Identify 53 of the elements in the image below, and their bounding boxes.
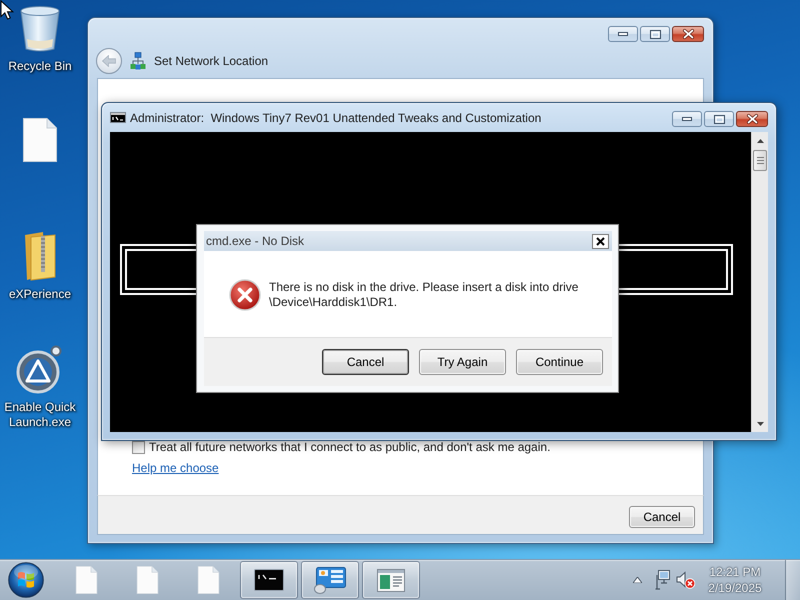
taskbar-button[interactable] (301, 561, 359, 599)
show-desktop-button[interactable] (785, 560, 800, 600)
desktop-icon-label[interactable]: Enable Quick Launch.exe (1, 400, 79, 430)
window-icon[interactable] (377, 568, 405, 592)
close-button[interactable] (736, 111, 768, 127)
close-icon (682, 29, 694, 39)
mouse-pointer-icon (0, 0, 14, 20)
caret-down-icon[interactable] (756, 422, 764, 426)
panel-window-icon[interactable] (314, 566, 346, 594)
maximize-button[interactable] (640, 26, 670, 42)
close-button[interactable] (592, 234, 609, 248)
checkbox-label[interactable]: Treat all future networks that I connect to as public, and don't ask me again. (149, 440, 550, 454)
clock-time: 12:21 PM (709, 564, 761, 580)
dialog-button[interactable]: Cancel (322, 349, 409, 375)
minimize-icon (682, 117, 692, 121)
window-title: Set Network Location (154, 54, 268, 68)
caret-up-icon[interactable] (633, 577, 642, 583)
error-icon (229, 279, 261, 311)
minimize-button[interactable] (672, 111, 702, 127)
dialog-title: cmd.exe - No Disk (205, 234, 304, 248)
dialog-button[interactable]: Continue (516, 349, 603, 375)
network-nodes-icon (130, 52, 146, 70)
maximize-button[interactable] (704, 111, 734, 127)
folder-icon[interactable] (23, 231, 57, 281)
checkbox[interactable] (132, 440, 145, 454)
emblem-icon[interactable] (16, 344, 64, 394)
close-icon (746, 114, 758, 124)
window-title: Administrator: Windows Tiny7 Rev01 Unattended Tweaks and Customization (130, 110, 542, 124)
console-icon (110, 112, 126, 123)
help-link[interactable]: Help me choose (132, 461, 219, 476)
error-message: There is no disk in the drive. Please insert a disk into drive \Device\Harddisk1\DR1. (269, 280, 580, 310)
maximize-icon (650, 30, 660, 38)
close-icon (596, 236, 605, 246)
minimize-icon (618, 32, 628, 36)
scrollbar[interactable] (751, 132, 768, 432)
desktop-icon-label[interactable]: eXPerience (8, 287, 72, 302)
desktop-icon-label[interactable]: Recycle Bin (8, 59, 72, 74)
computer-network-icon[interactable] (655, 570, 670, 590)
start-button[interactable] (8, 562, 44, 598)
close-button[interactable] (672, 26, 704, 42)
maximize-icon (714, 114, 724, 124)
recycle-bin-icon[interactable] (18, 5, 62, 53)
dialog-button[interactable]: Try Again (419, 349, 506, 375)
muted-speaker-icon[interactable] (676, 571, 695, 589)
cancel-button[interactable]: Cancel (629, 506, 695, 528)
caret-up-icon[interactable] (756, 138, 764, 142)
file-icon[interactable] (23, 118, 57, 162)
console-icon[interactable] (254, 569, 284, 591)
left-arrow-icon (102, 55, 116, 67)
taskbar-button[interactable] (240, 561, 298, 599)
minimize-button[interactable] (608, 26, 638, 42)
scroll-thumb[interactable] (753, 150, 767, 171)
clock-date: 2/19/2025 (708, 580, 762, 596)
